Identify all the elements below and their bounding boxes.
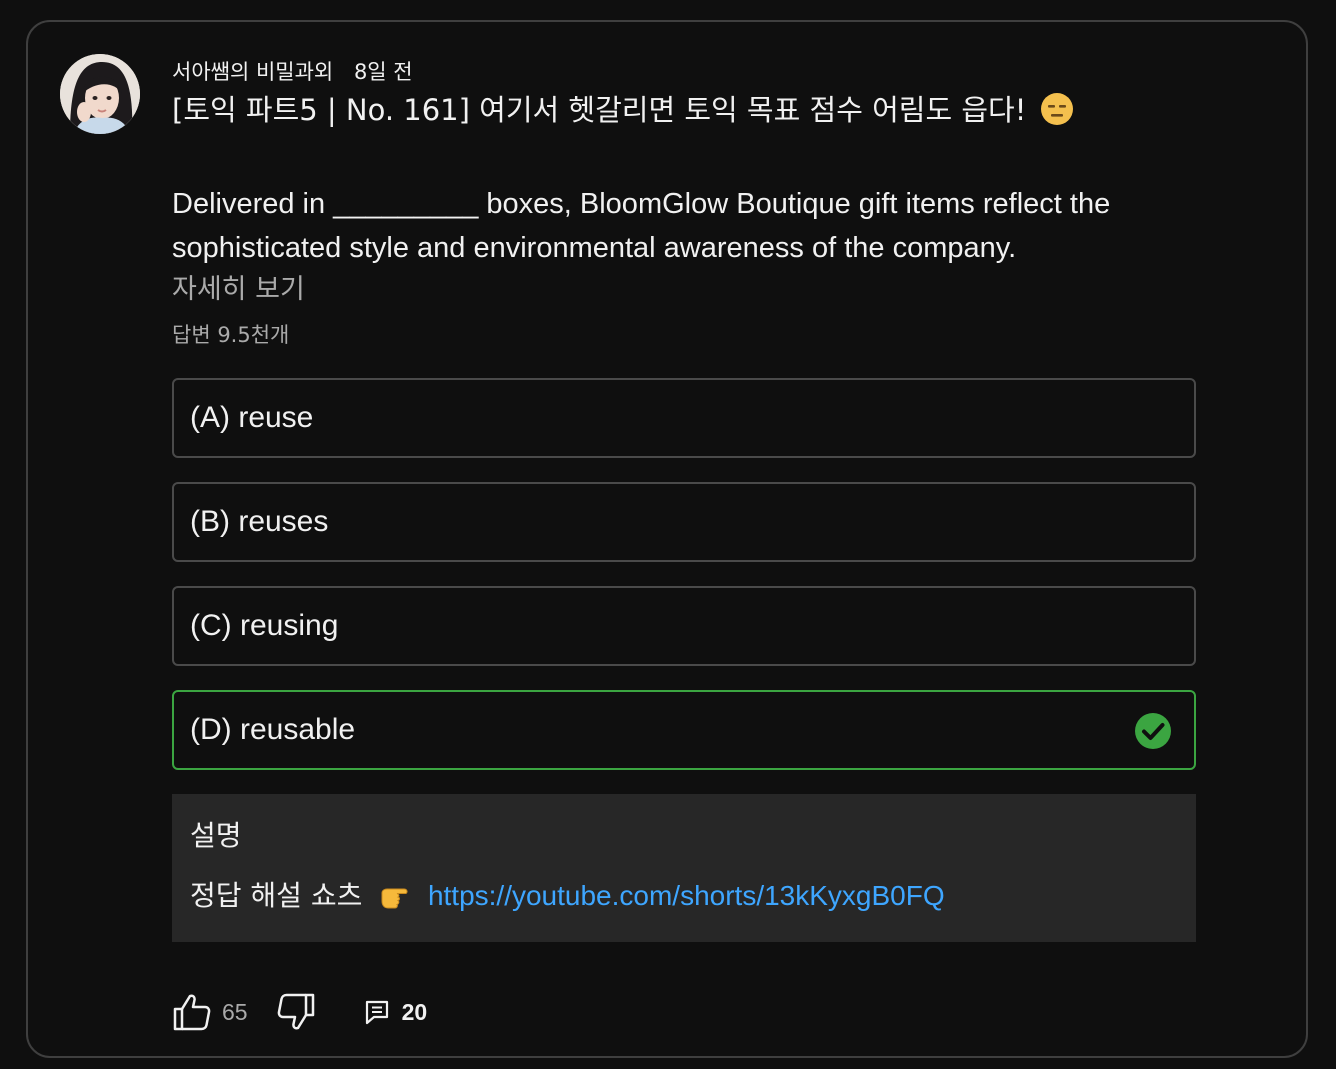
comment-icon — [365, 1000, 388, 1025]
check-circle-icon — [1135, 713, 1171, 749]
like-icon[interactable] — [172, 992, 212, 1032]
expressionless-face-icon — [1040, 92, 1074, 138]
post-title: [토익 파트5 | No. 161] 여기서 헷갈리면 토익 목표 점수 어림도… — [172, 88, 1202, 138]
post-card: 서아쌤의 비밀과외 8일 전 [토익 파트5 | No. 161] 여기서 헷갈… — [26, 20, 1308, 1058]
option-label: (A) reuse — [190, 401, 314, 434]
post-meta: 서아쌤의 비밀과외 8일 전 — [172, 52, 1202, 92]
option-label: (D) reusable — [190, 713, 356, 746]
option-label: (C) reusing — [190, 609, 339, 642]
comments-button[interactable]: 20 — [364, 998, 428, 1026]
post-time[interactable]: 8일 전 — [354, 60, 413, 84]
channel-avatar[interactable] — [60, 54, 140, 134]
answer-count: 답변 9.5천개 — [172, 323, 290, 347]
quiz-option-b[interactable]: (B) reuses — [172, 482, 1196, 562]
post-body: Delivered in _________ boxes, BloomGlow … — [172, 188, 1111, 264]
pointing-hand-icon — [380, 881, 412, 922]
post-content: 서아쌤의 비밀과외 8일 전 [토익 파트5 | No. 161] 여기서 헷갈… — [172, 52, 1202, 942]
explanation-prefix: 정답 해설 쇼츠 — [190, 879, 363, 912]
explanation-box: 설명 정답 해설 쇼츠 https://youtube.com/shorts/1… — [172, 794, 1196, 942]
explanation-link[interactable]: https://youtube.com/shorts/13kKyxgB0FQ — [428, 880, 945, 911]
avatar-image — [60, 54, 140, 134]
dislike-icon[interactable] — [276, 992, 316, 1032]
quiz-option-c[interactable]: (C) reusing — [172, 586, 1196, 666]
explanation-line: 정답 해설 쇼츠 https://youtube.com/shorts/13kK… — [190, 876, 1178, 922]
post-title-text: [토익 파트5 | No. 161] 여기서 헷갈리면 토익 목표 점수 어림도… — [172, 93, 1027, 127]
like-count: 65 — [222, 998, 248, 1025]
option-label: (B) reuses — [190, 505, 329, 538]
explanation-title: 설명 — [190, 819, 242, 852]
quiz-options: (A) reuse (B) reuses (C) reusing (D) reu… — [172, 378, 1202, 770]
author-name[interactable]: 서아쌤의 비밀과외 — [172, 60, 333, 84]
quiz-option-d[interactable]: (D) reusable — [172, 690, 1196, 770]
quiz-option-a[interactable]: (A) reuse — [172, 378, 1196, 458]
action-bar: 65 20 — [172, 990, 427, 1034]
read-more-link[interactable]: 자세히 보기 — [172, 272, 1202, 308]
comment-count: 20 — [401, 998, 428, 1025]
